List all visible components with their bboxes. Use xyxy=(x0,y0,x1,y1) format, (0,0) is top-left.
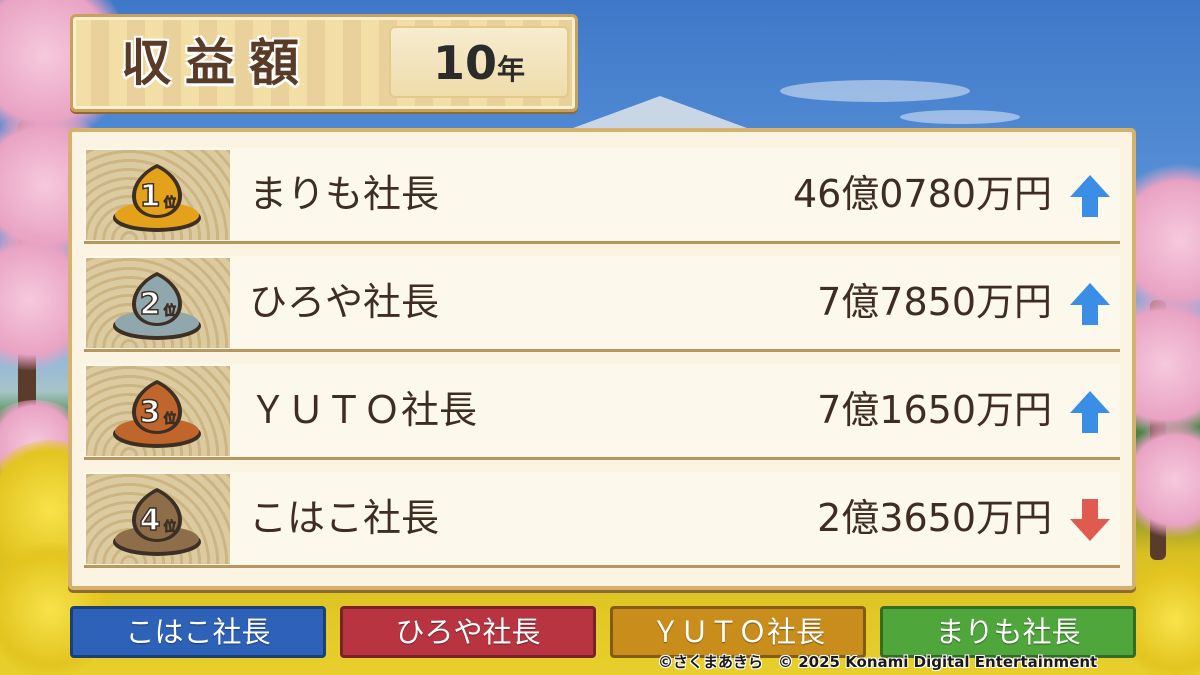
player-name: こはこ社長 xyxy=(249,496,440,540)
trend-down-arrow-icon xyxy=(1070,499,1110,541)
rank-medal-icon: 3 位 xyxy=(113,380,201,448)
rank-medal-icon: 1 位 xyxy=(113,164,201,232)
revenue-amount: 46億0780万円 xyxy=(792,172,1052,216)
player-name: まりも社長 xyxy=(249,172,440,216)
title-plaque: 収益額 10年 xyxy=(70,14,578,112)
year-unit: 年 xyxy=(497,53,526,86)
rank-suffix: 位 xyxy=(163,519,176,535)
rank-medal-icon: 4 位 xyxy=(113,488,201,556)
page-title: 収益額 xyxy=(121,34,313,92)
ranking-panel: 1 位 まりも社長 46億0780万円 2 位 ひろや社長 7億7850万円 3… xyxy=(68,128,1136,590)
revenue-amount: 7億7850万円 xyxy=(817,280,1052,324)
year-indicator: 10年 xyxy=(389,26,569,98)
year-number: 10 xyxy=(432,36,497,90)
rank-tile: 2 位 xyxy=(86,258,230,348)
player-button-kohako[interactable]: こはこ社長 xyxy=(70,606,326,658)
rank-suffix: 位 xyxy=(163,303,176,319)
player-name: ひろや社長 xyxy=(249,280,440,324)
trend-up-arrow-icon xyxy=(1070,283,1110,325)
rank-number: 3 xyxy=(140,395,161,430)
rank-suffix: 位 xyxy=(163,195,176,211)
rank-number: 4 xyxy=(140,503,161,538)
trend-up-arrow-icon xyxy=(1070,391,1110,433)
copyright-notice: ©さくまあきら © 2025 Konami Digital Entertainm… xyxy=(658,653,1098,671)
revenue-amount: 7億1650万円 xyxy=(817,388,1052,432)
cloud xyxy=(900,110,1020,124)
player-name: ＹＵＴＯ社長 xyxy=(249,388,478,432)
rank-tile: 3 位 xyxy=(86,366,230,456)
revenue-amount: 2億3650万円 xyxy=(817,496,1052,540)
ranking-row: 1 位 まりも社長 46億0780万円 xyxy=(84,148,1120,244)
trend-up-arrow-icon xyxy=(1070,175,1110,217)
rank-tile: 4 位 xyxy=(86,474,230,564)
rank-suffix: 位 xyxy=(163,411,176,427)
rank-number: 2 xyxy=(140,287,161,322)
player-button-hiroya[interactable]: ひろや社長 xyxy=(340,606,596,658)
rank-medal-icon: 2 位 xyxy=(113,272,201,340)
rank-number: 1 xyxy=(140,179,161,214)
rank-tile: 1 位 xyxy=(86,150,230,240)
ranking-row: 4 位 こはこ社長 2億3650万円 xyxy=(84,472,1120,568)
ranking-row: 2 位 ひろや社長 7億7850万円 xyxy=(84,256,1120,352)
ranking-row: 3 位 ＹＵＴＯ社長 7億1650万円 xyxy=(84,364,1120,460)
